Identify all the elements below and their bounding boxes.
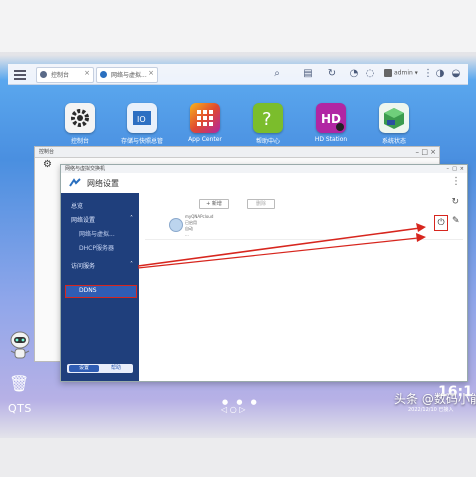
recycle-bin-icon[interactable]: 🗑	[9, 374, 29, 393]
arrow-line	[137, 227, 421, 267]
qts-label: QTS	[8, 402, 32, 415]
arrow-line	[137, 237, 419, 269]
arrow-head	[416, 223, 426, 232]
watermark-text: 头条 @数码小能手	[394, 392, 476, 406]
watermark-time: 2022/12/10 已接入	[408, 407, 454, 413]
robot-assistant-icon[interactable]	[7, 330, 33, 362]
arrow-head	[416, 233, 426, 242]
desktop-pager[interactable]: ◁ ○ ▷	[221, 405, 245, 414]
